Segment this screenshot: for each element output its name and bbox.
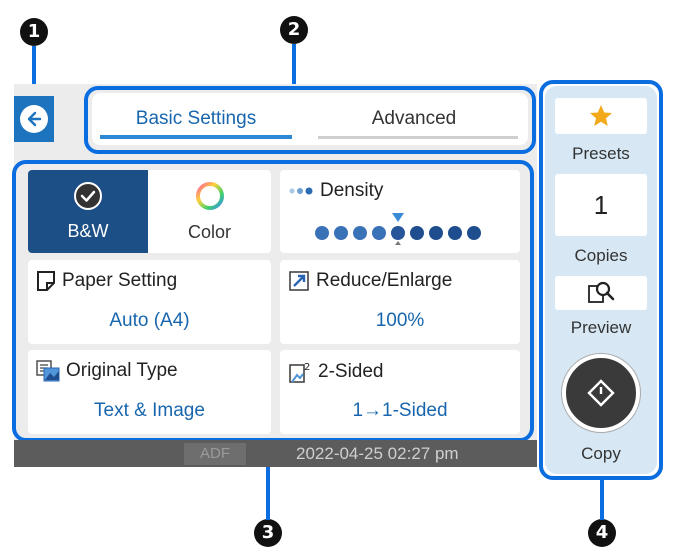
date-time: 2022-04-25 02:27 pm: [296, 444, 459, 463]
back-button[interactable]: [14, 96, 54, 142]
callout-4-highlight: [539, 80, 663, 480]
callout-1: 1: [20, 18, 48, 46]
callout-4: 4: [588, 519, 616, 547]
leader-line-4: [600, 476, 604, 520]
callout-2-highlight: [84, 86, 536, 154]
adf-indicator: ADF: [184, 443, 246, 465]
callout-3: 3: [254, 519, 282, 547]
callout-2: 2: [280, 16, 308, 44]
back-arrow-icon: [20, 105, 48, 133]
callout-3-highlight: [12, 160, 534, 442]
leader-line-2: [292, 44, 296, 88]
